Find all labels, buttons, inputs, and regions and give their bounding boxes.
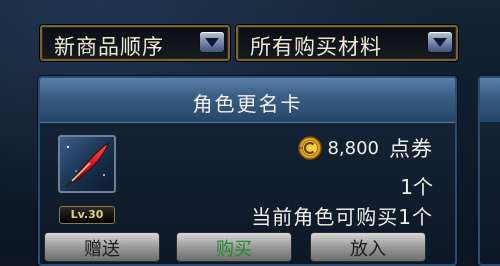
next-item-title-bar	[480, 78, 500, 122]
buy-button[interactable]: 购买	[176, 232, 292, 262]
chevron-down-icon[interactable]	[200, 32, 224, 52]
category-label: 所有购买材料	[250, 35, 382, 59]
chevron-down-icon[interactable]	[428, 32, 452, 52]
sort-order-dropdown[interactable]: 新商品顺序	[40, 25, 230, 61]
next-item-card	[478, 76, 500, 266]
item-name: 角色更名卡	[192, 92, 303, 116]
coin-icon	[298, 136, 323, 160]
buy-button-label: 购买	[216, 239, 252, 260]
level-badge: Lv.30	[59, 206, 115, 224]
feather-quill-icon[interactable]	[58, 135, 116, 193]
sort-order-label: 新商品顺序	[54, 35, 164, 59]
gift-button-label: 赠送	[84, 239, 120, 260]
price-currency: 点券	[389, 137, 433, 161]
category-dropdown[interactable]: 所有购买材料	[236, 25, 458, 61]
cart-button-label: 放入	[350, 239, 386, 260]
price-row: 8,800 点券	[297, 133, 433, 163]
purchase-limit: 当前角色可购买1个	[251, 205, 433, 229]
item-title-bar: 角色更名卡	[40, 78, 455, 123]
add-to-cart-button[interactable]: 放入	[310, 232, 426, 262]
gift-button[interactable]: 赠送	[44, 232, 160, 262]
price-value: 8,800	[327, 137, 379, 159]
item-quantity: 1个	[400, 175, 433, 199]
